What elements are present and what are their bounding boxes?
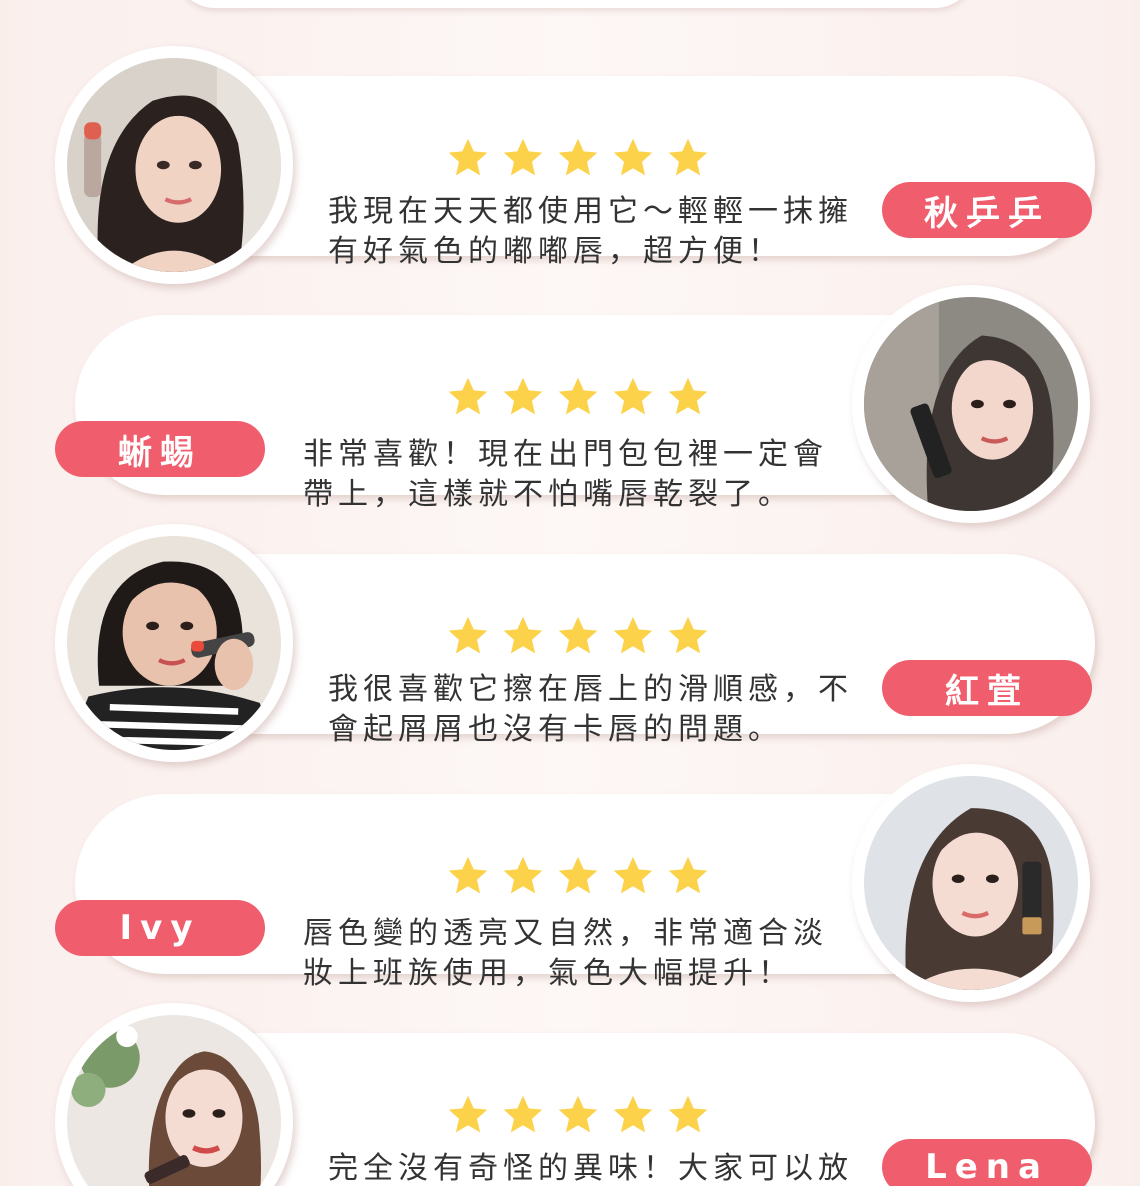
review-item: 唇色變的透亮又自然，非常適合淡 妝上班族使用，氣色大幅提升！ Ivy — [0, 764, 1140, 1004]
reviewer-avatar — [852, 764, 1090, 1002]
star-icon — [503, 856, 543, 894]
reviewer-name-badge: Lena — [882, 1139, 1092, 1186]
review-item: 我很喜歡它擦在唇上的滑順感，不 會起屑屑也沒有卡唇的問題。 紅萓 — [0, 524, 1140, 764]
reviewer-photo — [67, 536, 281, 750]
star-icon — [558, 138, 598, 176]
reviewer-name-badge: 紅萓 — [882, 660, 1092, 716]
star-rating — [445, 1093, 711, 1137]
review-item: 完全沒有奇怪的異味！大家可以放 心的使用～ Lena — [0, 1003, 1140, 1186]
star-icon — [613, 138, 653, 176]
star-icon — [613, 616, 653, 654]
star-icon — [613, 1095, 653, 1133]
star-icon — [613, 377, 653, 415]
star-icon — [503, 138, 543, 176]
star-icon — [558, 856, 598, 894]
review-item: 非常喜歡！現在出門包包裡一定會 帶上，這樣就不怕嘴唇乾裂了。 蜥蜴 — [0, 285, 1140, 525]
review-text: 我很喜歡它擦在唇上的滑順感，不 會起屑屑也沒有卡唇的問題。 — [328, 672, 853, 747]
star-icon — [668, 377, 708, 415]
star-rating — [445, 614, 711, 658]
star-icon — [448, 856, 488, 894]
star-icon — [448, 616, 488, 654]
star-icon — [558, 616, 598, 654]
reviewer-name-badge: 蜥蜴 — [55, 421, 265, 477]
review-text: 我現在天天都使用它～輕輕一抹擁 有好氣色的嘟嘟唇，超方便！ — [328, 194, 853, 269]
star-icon — [503, 1095, 543, 1133]
reviewer-avatar — [55, 524, 293, 762]
reviewer-avatar — [852, 285, 1090, 523]
star-icon — [668, 616, 708, 654]
reviewer-name-badge: Ivy — [55, 900, 265, 956]
star-icon — [668, 1095, 708, 1133]
reviewer-avatar — [55, 1003, 293, 1186]
review-text: 唇色變的透亮又自然，非常適合淡 妝上班族使用，氣色大幅提升！ — [303, 916, 828, 991]
star-rating — [445, 375, 711, 419]
reviewer-photo — [864, 776, 1078, 990]
star-rating — [445, 854, 711, 898]
reviewer-name-badge: 秋乒乒 — [882, 182, 1092, 238]
previous-review-card — [175, 0, 975, 8]
star-icon — [558, 377, 598, 415]
star-rating — [445, 136, 711, 180]
star-icon — [448, 138, 488, 176]
star-icon — [613, 856, 653, 894]
reviewer-photo — [67, 58, 281, 272]
star-icon — [668, 856, 708, 894]
reviewer-avatar — [55, 46, 293, 284]
star-icon — [448, 1095, 488, 1133]
review-text: 完全沒有奇怪的異味！大家可以放 心的使用～ — [328, 1151, 853, 1186]
star-icon — [448, 377, 488, 415]
review-text: 非常喜歡！現在出門包包裡一定會 帶上，這樣就不怕嘴唇乾裂了。 — [303, 437, 828, 512]
star-icon — [558, 1095, 598, 1133]
star-icon — [503, 616, 543, 654]
review-item: 我現在天天都使用它～輕輕一抹擁 有好氣色的嘟嘟唇，超方便！ 秋乒乒 — [0, 46, 1140, 286]
star-icon — [668, 138, 708, 176]
star-icon — [503, 377, 543, 415]
reviewer-photo — [67, 1015, 281, 1186]
reviewer-photo — [864, 297, 1078, 511]
